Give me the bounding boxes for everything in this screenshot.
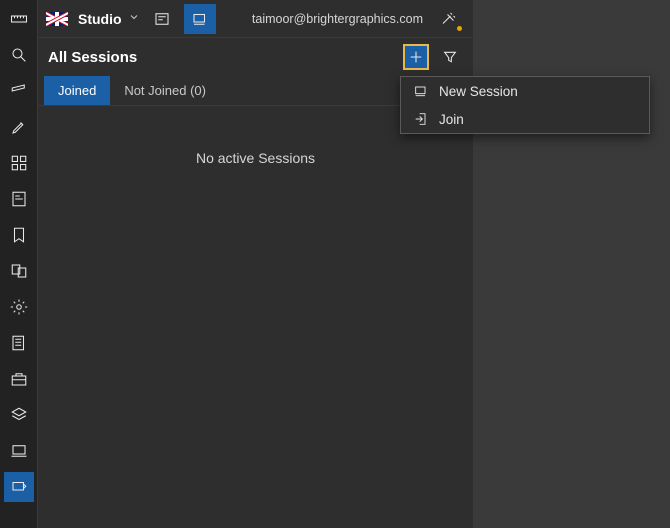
add-session-menu: New Session Join <box>400 76 650 134</box>
menu-new-session[interactable]: New Session <box>401 77 649 105</box>
grid-icon <box>10 154 28 172</box>
empty-state: No active Sessions <box>38 106 473 528</box>
tab-joined[interactable]: Joined <box>44 76 110 105</box>
tab-not-joined[interactable]: Not Joined (0) <box>110 76 220 105</box>
section-header: All Sessions <box>38 38 473 76</box>
tab-not-joined-label: Not Joined <box>124 83 186 98</box>
tool-laptop[interactable] <box>4 436 34 466</box>
left-tool-rail <box>0 0 38 528</box>
panel-topbar: Studio taimoor@brightergraphics.com <box>38 0 473 38</box>
tool-studio[interactable] <box>4 472 34 502</box>
menu-new-session-label: New Session <box>439 84 518 99</box>
plug-icon <box>440 10 458 28</box>
studio-icon <box>10 478 28 496</box>
flag-icon <box>46 12 68 26</box>
new-session-icon <box>413 83 429 99</box>
chevron-down-icon[interactable] <box>128 10 140 28</box>
user-email: taimoor@brightergraphics.com <box>252 12 423 26</box>
section-title: All Sessions <box>48 49 395 66</box>
ruler-icon <box>10 10 28 28</box>
projects-icon <box>153 10 171 28</box>
tab-not-joined-count: 0 <box>194 83 201 98</box>
sessions-icon <box>191 10 209 28</box>
tool-ruler[interactable] <box>4 4 34 34</box>
tool-sheets[interactable] <box>4 328 34 358</box>
filter-button[interactable] <box>437 44 463 70</box>
tool-settings[interactable] <box>4 292 34 322</box>
topbar-sessions-button[interactable] <box>184 4 216 34</box>
panel-title: Studio <box>78 11 122 27</box>
gear-icon <box>10 298 28 316</box>
tool-bookmark[interactable] <box>4 220 34 250</box>
form-icon <box>10 190 28 208</box>
empty-message: No active Sessions <box>196 150 315 166</box>
tool-form[interactable] <box>4 184 34 214</box>
filter-icon <box>442 49 458 65</box>
status-dot <box>457 26 462 31</box>
bookmark-icon <box>10 226 28 244</box>
search-icon <box>10 46 28 64</box>
connection-button[interactable] <box>433 4 465 34</box>
menu-join[interactable]: Join <box>401 105 649 133</box>
tool-layers[interactable] <box>4 400 34 430</box>
add-session-button[interactable] <box>403 44 429 70</box>
join-icon <box>413 111 429 127</box>
plus-icon <box>408 49 424 65</box>
tool-briefcase[interactable] <box>4 364 34 394</box>
tool-pen[interactable] <box>4 112 34 142</box>
tag-icon <box>10 82 28 100</box>
topbar-projects-button[interactable] <box>146 4 178 34</box>
menu-join-label: Join <box>439 112 464 127</box>
compare-icon <box>10 262 28 280</box>
tool-tag[interactable] <box>4 76 34 106</box>
layers-icon <box>10 406 28 424</box>
pen-icon <box>10 118 28 136</box>
tool-search[interactable] <box>4 40 34 70</box>
sheets-icon <box>10 334 28 352</box>
briefcase-icon <box>10 370 28 388</box>
tool-compare[interactable] <box>4 256 34 286</box>
laptop-icon <box>10 442 28 460</box>
tool-grid[interactable] <box>4 148 34 178</box>
